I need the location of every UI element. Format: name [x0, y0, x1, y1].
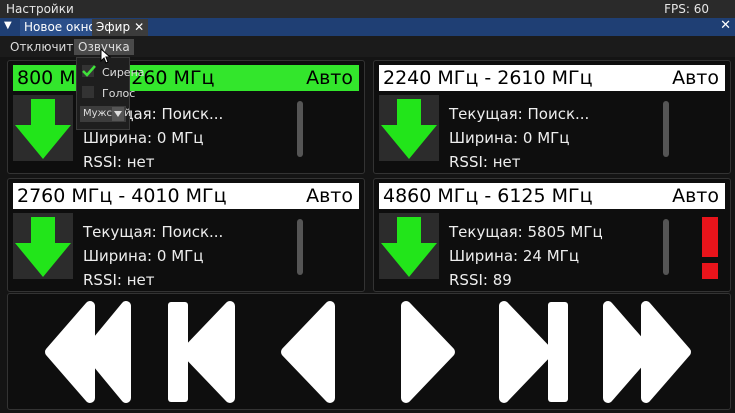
- band-range: 2240 МГц - 2610 МГц: [383, 67, 593, 89]
- tab-label: Новое окно: [24, 20, 96, 34]
- signal-down-arrow-icon: [379, 213, 439, 279]
- band-mode[interactable]: Авто: [306, 183, 353, 209]
- step-forward-icon[interactable]: [401, 301, 455, 403]
- voice-type-select[interactable]: Мужской: [80, 106, 131, 122]
- band-panel: 2760 МГц - 4010 МГц Авто Текущая: Поиск.…: [7, 178, 365, 292]
- rssi: RSSI: нет: [449, 153, 521, 171]
- settings-title[interactable]: Настройки: [6, 2, 74, 16]
- tab-new-window[interactable]: Новое окно: [20, 19, 100, 36]
- signal-down-arrow-icon: [379, 95, 439, 161]
- band-mode[interactable]: Авто: [672, 183, 719, 209]
- band-mode[interactable]: Авто: [306, 65, 353, 91]
- fast-forward-icon[interactable]: [603, 301, 691, 403]
- current-frequency: Текущая: Поиск...: [83, 223, 224, 241]
- fast-rewind-icon[interactable]: [45, 301, 131, 403]
- level-slider[interactable]: [297, 101, 303, 157]
- bandwidth: Ширина: 0 МГц: [449, 129, 570, 147]
- current-frequency: Текущая: 5805 МГц: [449, 223, 603, 241]
- check-icon: [82, 65, 96, 77]
- signal-down-arrow-icon: [13, 213, 73, 279]
- menu-disable[interactable]: Отключить: [6, 39, 84, 55]
- current-frequency: Текущая: Поиск...: [449, 105, 590, 123]
- fps-counter: FPS: 60: [664, 2, 709, 16]
- level-slider[interactable]: [663, 219, 669, 275]
- band-mode[interactable]: Авто: [672, 65, 719, 91]
- rssi: RSSI: нет: [83, 271, 155, 289]
- level-slider[interactable]: [663, 101, 669, 157]
- band-header[interactable]: 2240 МГц - 2610 МГц Авто: [379, 65, 725, 91]
- tab-close-icon[interactable]: ✕: [134, 20, 144, 34]
- rssi: RSSI: 89: [449, 271, 512, 289]
- skip-previous-icon[interactable]: [168, 301, 235, 403]
- transport-controls: [7, 293, 731, 410]
- voice-dropdown: Сирена Голос Мужской: [76, 48, 145, 130]
- rssi: RSSI: нет: [83, 153, 155, 171]
- window-close-icon[interactable]: ✕: [720, 18, 731, 33]
- mouse-cursor-icon: [100, 48, 112, 64]
- voice-checkbox[interactable]: [82, 86, 94, 98]
- bandwidth: Ширина: 0 МГц: [83, 129, 204, 147]
- signal-down-arrow-icon: [13, 95, 73, 161]
- band-range: 4860 МГц - 6125 МГц: [383, 185, 593, 207]
- level-slider[interactable]: [297, 219, 303, 275]
- voice-label[interactable]: Голос: [102, 87, 135, 100]
- top-bar: Настройки FPS: 60: [0, 0, 735, 18]
- band-header[interactable]: 800 МГц - 1260 МГц Авто: [13, 65, 359, 91]
- bandwidth: Ширина: 0 МГц: [83, 247, 204, 265]
- bandwidth: Ширина: 24 МГц: [449, 247, 580, 265]
- alert-icon: [700, 217, 720, 281]
- band-panel: 800 МГц - 1260 МГц Авто Текущая: Поиск..…: [7, 60, 365, 174]
- band-header[interactable]: 4860 МГц - 6125 МГц Авто: [379, 183, 725, 209]
- skip-next-icon[interactable]: [499, 301, 568, 403]
- tab-label: Эфир: [96, 20, 131, 34]
- tab-ether[interactable]: Эфир ✕: [92, 19, 149, 36]
- siren-checkbox[interactable]: [82, 65, 96, 77]
- tab-menu-icon[interactable]: ▼: [4, 20, 16, 34]
- band-panel: 4860 МГц - 6125 МГц Авто Текущая: 5805 М…: [373, 178, 731, 292]
- band-panel: 2240 МГц - 2610 МГц Авто Текущая: Поиск.…: [373, 60, 731, 174]
- siren-label[interactable]: Сирена: [102, 66, 145, 79]
- tab-bar: ▼ Новое окно Эфир ✕ ✕: [0, 18, 735, 36]
- band-header[interactable]: 2760 МГц - 4010 МГц Авто: [13, 183, 359, 209]
- chevron-down-icon: [112, 107, 124, 121]
- step-back-icon[interactable]: [281, 301, 335, 403]
- band-range: 2760 МГц - 4010 МГц: [17, 185, 227, 207]
